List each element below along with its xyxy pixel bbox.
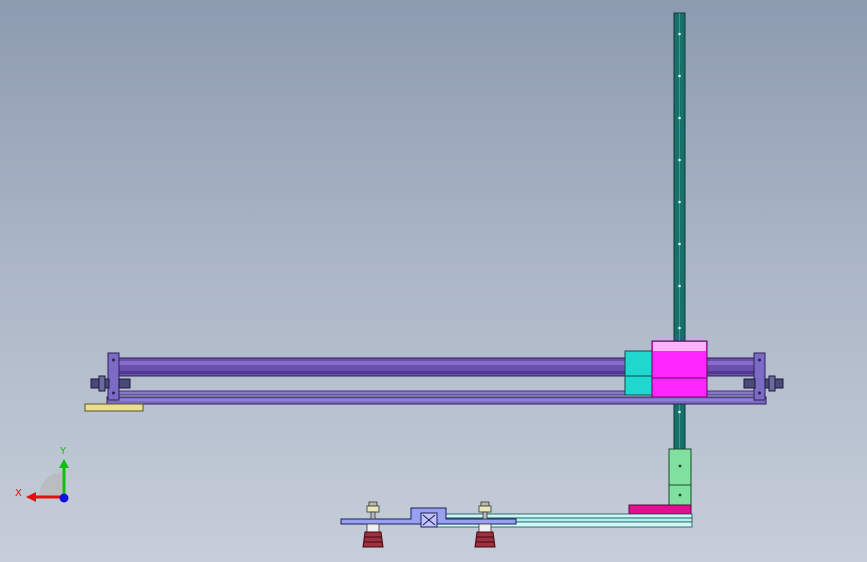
mounting-plate[interactable]: [628, 504, 692, 515]
orientation-triad: Y X: [15, 446, 69, 503]
yellow-pad[interactable]: [84, 403, 144, 412]
z-axis-dot: [59, 493, 69, 503]
carriage[interactable]: [651, 340, 708, 398]
rail-bracket[interactable]: [668, 448, 692, 506]
y-axis-label: Y: [59, 446, 67, 457]
x-axis-label: X: [15, 488, 22, 499]
motor-block[interactable]: [624, 350, 656, 396]
assembly-drawing: Y X: [15, 12, 784, 548]
cad-viewport[interactable]: Y X: [0, 0, 867, 562]
frame-bar[interactable]: [106, 396, 767, 405]
